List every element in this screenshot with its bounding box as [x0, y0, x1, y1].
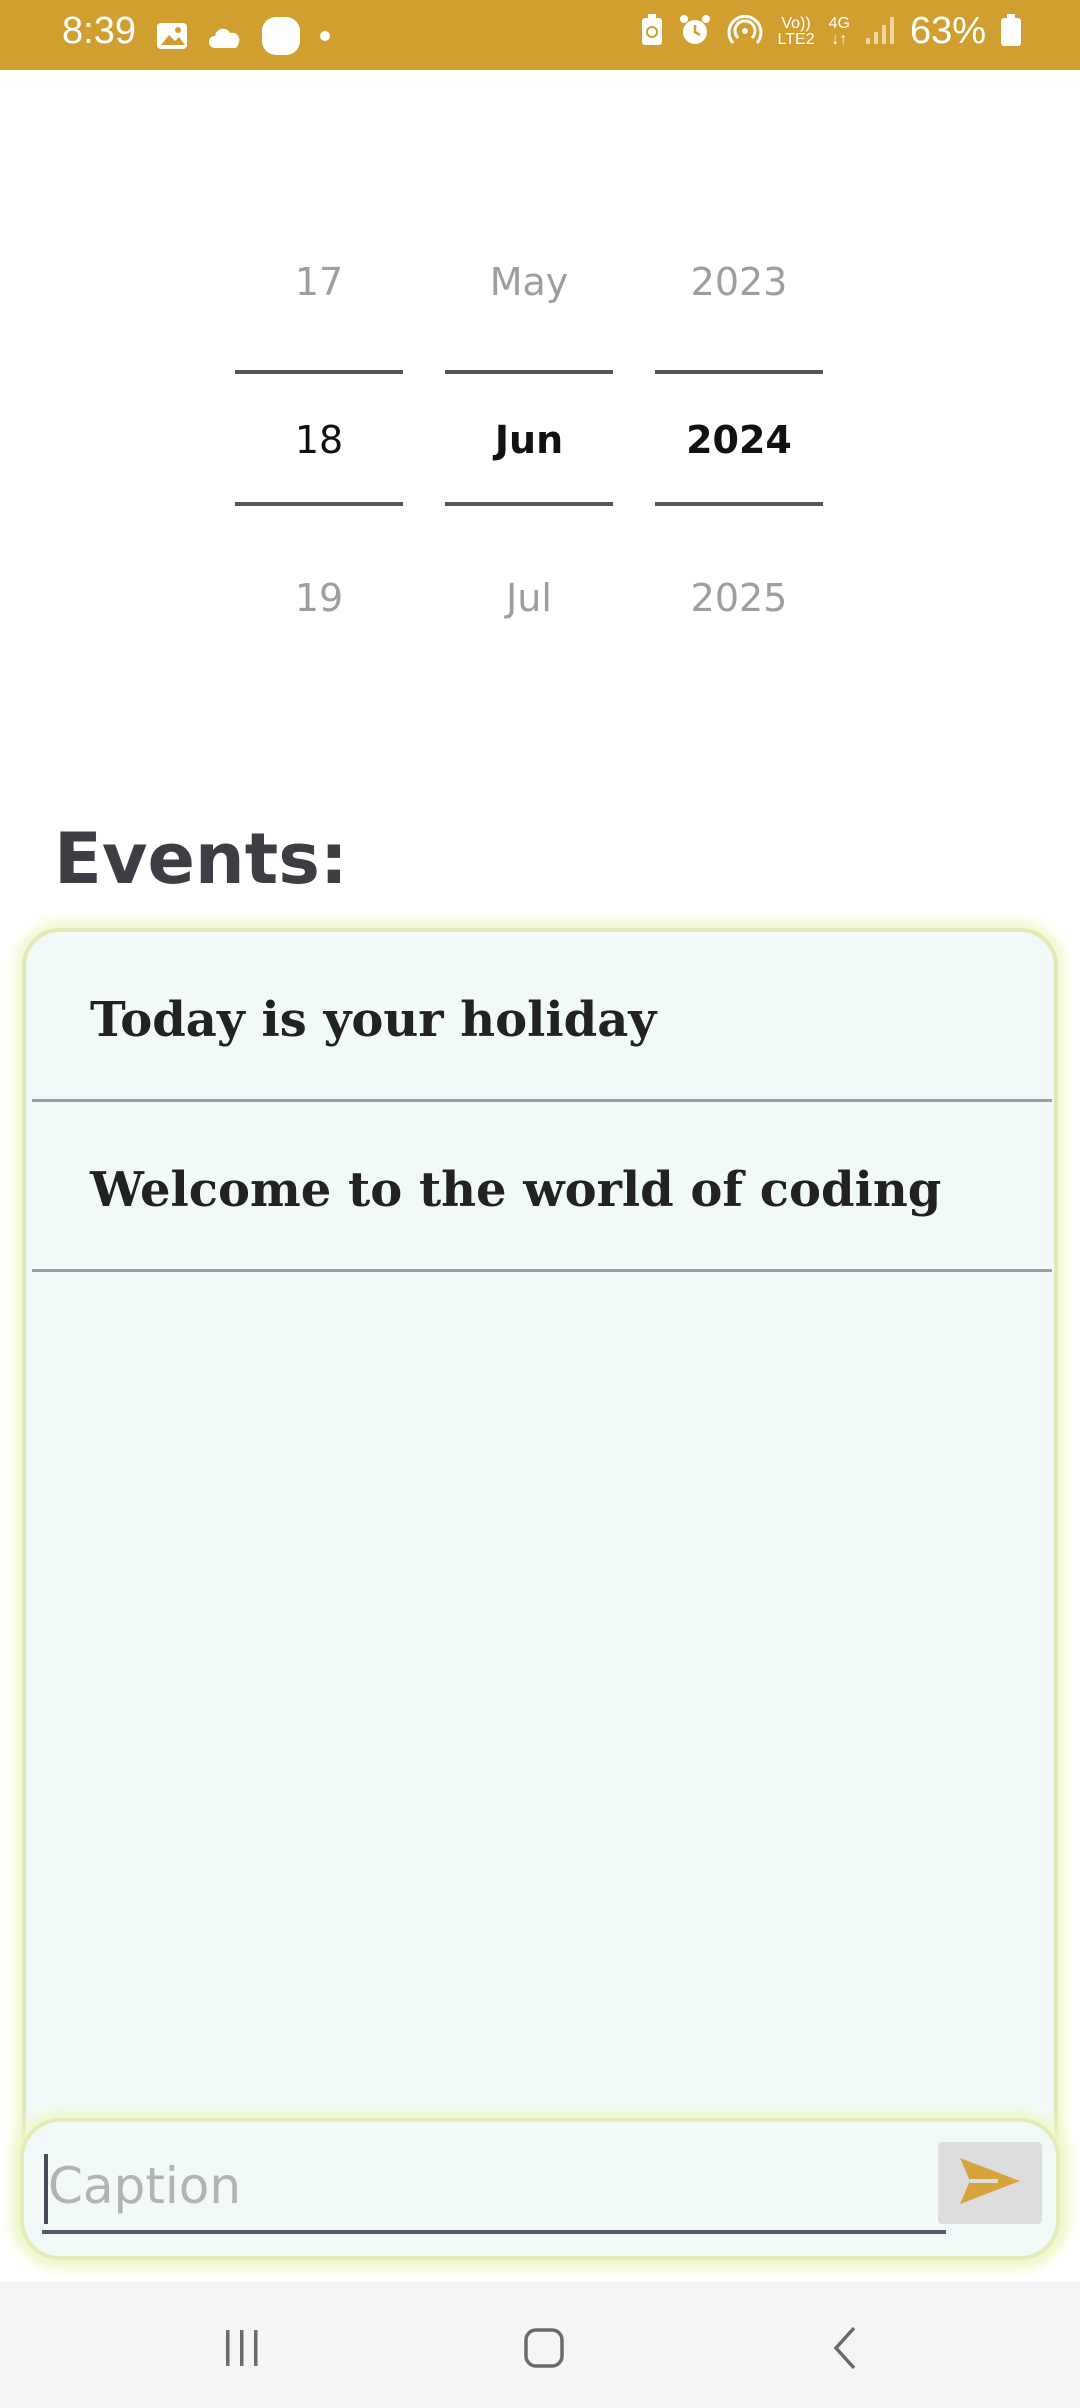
month-wheel[interactable]: May Jun Jul: [445, 230, 613, 650]
year-prev[interactable]: 2023: [655, 260, 823, 304]
back-icon: [828, 2324, 864, 2376]
month-divider-bottom: [445, 502, 613, 506]
status-left-icons: [155, 16, 333, 60]
text-cursor: [44, 2154, 48, 2224]
send-button[interactable]: [938, 2142, 1042, 2224]
year-divider-top: [655, 370, 823, 374]
month-selected[interactable]: Jun: [445, 418, 613, 462]
date-picker: 17 18 19 May Jun Jul 2023 2024 2025: [0, 230, 1080, 650]
day-next[interactable]: 19: [235, 576, 403, 620]
status-time: 8:39: [62, 10, 136, 52]
home-icon: [522, 2326, 566, 2374]
status-bar: 8:39 Vo)) LTE2 4G ↓↑ 63%: [0, 0, 1080, 70]
list-item[interactable]: Today is your holiday: [32, 932, 1052, 1102]
home-button[interactable]: [514, 2320, 574, 2380]
event-text: Welcome to the world of coding: [90, 1162, 942, 1218]
year-next[interactable]: 2025: [655, 576, 823, 620]
event-text: Today is your holiday: [90, 992, 657, 1048]
year-divider-bottom: [655, 502, 823, 506]
recent-apps-button[interactable]: [212, 2320, 272, 2380]
month-prev[interactable]: May: [445, 260, 613, 304]
battery-percent: 63%: [909, 10, 986, 52]
volte-label: Vo)) LTE2: [777, 14, 815, 48]
day-divider-bottom: [235, 502, 403, 506]
alarm-icon: [678, 13, 712, 51]
month-divider-top: [445, 370, 613, 374]
events-list: Today is your holiday Welcome to the wor…: [22, 928, 1058, 2258]
status-right-icons: Vo)) LTE2 4G ↓↑ 63%: [640, 10, 1022, 53]
navigation-bar: [0, 2282, 1080, 2408]
battery-saver-icon: [640, 13, 664, 51]
image-icon: [155, 19, 189, 57]
data-arrows-icon: ↓↑: [831, 30, 848, 48]
cloud-icon: [205, 22, 245, 54]
hotspot-icon: [726, 13, 764, 51]
year-selected[interactable]: 2024: [655, 418, 823, 462]
events-title: Events:: [54, 818, 348, 900]
list-item[interactable]: Welcome to the world of coding: [32, 1102, 1052, 1272]
back-button[interactable]: [816, 2320, 876, 2380]
day-divider-top: [235, 370, 403, 374]
app-icon: [261, 16, 301, 60]
month-next[interactable]: Jul: [445, 576, 613, 620]
day-prev[interactable]: 17: [235, 260, 403, 304]
caption-input[interactable]: [42, 2142, 946, 2234]
network-type: 4G ↓↑: [828, 14, 850, 48]
signal-icon: [864, 14, 896, 50]
battery-icon: [1000, 13, 1022, 51]
year-wheel[interactable]: 2023 2024 2025: [655, 230, 823, 650]
recent-apps-icon: [220, 2328, 264, 2372]
send-icon: [958, 2156, 1022, 2210]
caption-bar: [20, 2118, 1060, 2260]
day-wheel[interactable]: 17 18 19: [235, 230, 403, 650]
dot-icon: [317, 28, 333, 48]
day-selected[interactable]: 18: [235, 418, 403, 462]
